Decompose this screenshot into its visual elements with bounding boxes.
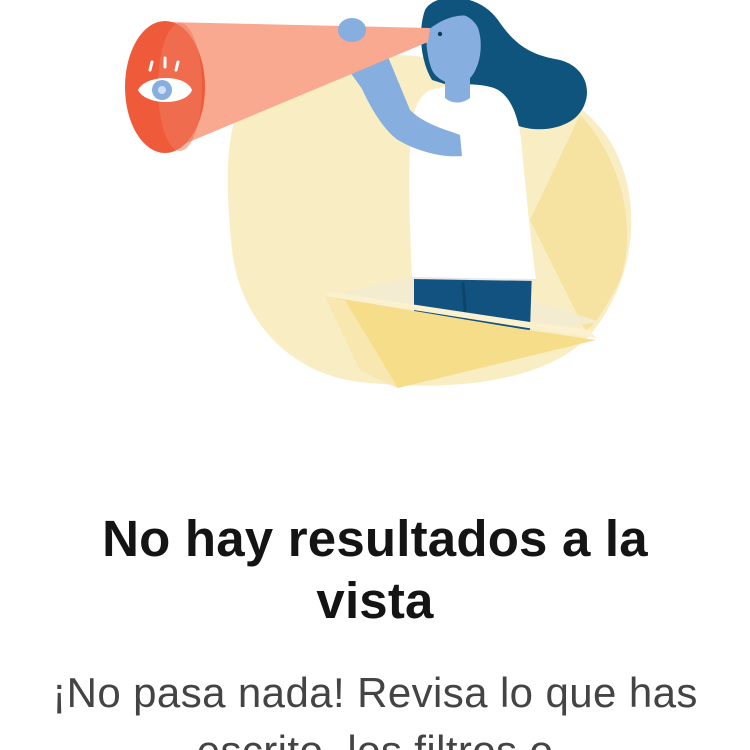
empty-state-message: ¡No pasa nada! Revisa lo que has escrito… — [52, 669, 698, 750]
person-eye — [437, 31, 443, 37]
hand — [338, 18, 366, 42]
empty-state-title: No hay resultados a la vista — [102, 510, 648, 629]
telescope-person-illustration — [125, 0, 632, 388]
empty-state: No hay resultados a la vista ¡No pasa na… — [0, 0, 750, 750]
illustration — [0, 0, 750, 400]
